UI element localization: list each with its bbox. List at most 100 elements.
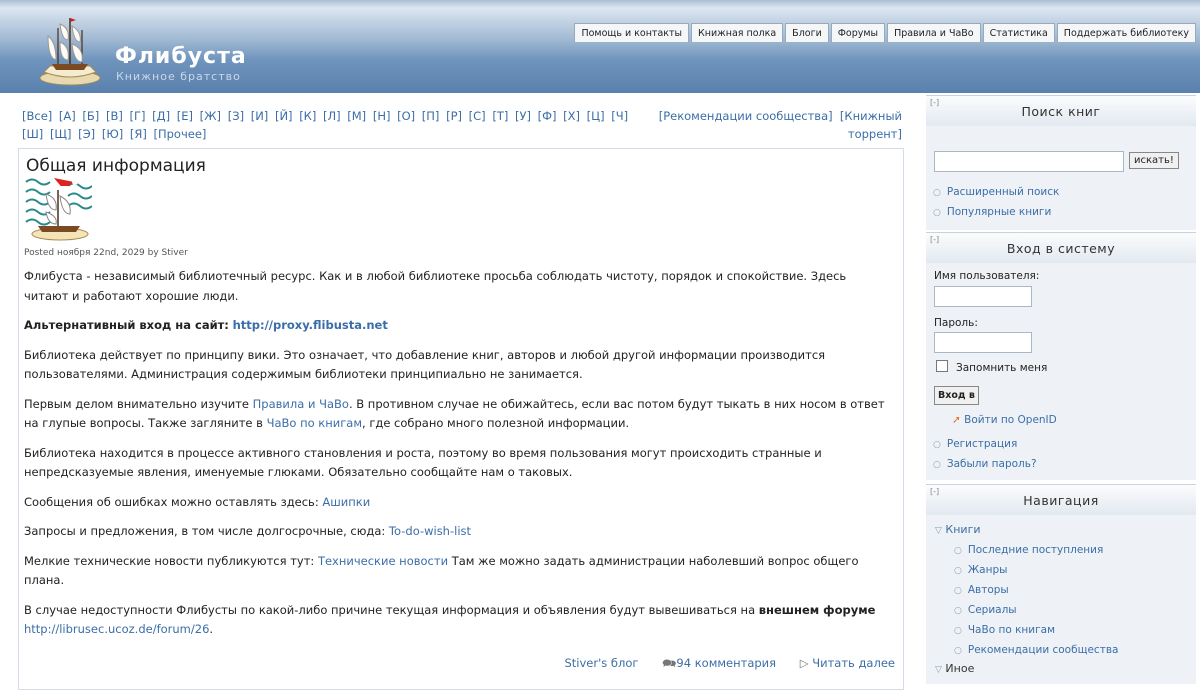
letter-link[interactable]: [У] xyxy=(515,109,531,123)
nav-series-label: Сериалы xyxy=(967,604,1017,616)
nav-recent[interactable]: ○ Последние поступления xyxy=(954,541,1118,561)
letter-link[interactable]: [Ш] xyxy=(22,127,43,141)
nav-recommendations[interactable]: ○ Рекомендации сообщества xyxy=(954,641,1118,661)
nav-statistics[interactable]: Статистика xyxy=(982,23,1055,42)
recommendations-link[interactable]: [Рекомендации сообщества] xyxy=(659,109,833,123)
blog-link[interactable]: Stiver's блог xyxy=(564,656,638,670)
letter-link[interactable]: [Прочее] xyxy=(154,127,207,141)
bullet-icon: ○ xyxy=(933,208,941,218)
letter-link[interactable]: [И] xyxy=(251,109,269,123)
login-button[interactable]: Вход в xyxy=(934,386,979,405)
nav-bookshelf[interactable]: Книжная полка xyxy=(691,23,784,42)
password-field[interactable] xyxy=(934,332,1032,353)
letter-link[interactable]: [Б] xyxy=(82,109,99,123)
password-label: Пароль: xyxy=(934,317,978,329)
letter-link[interactable]: [Все] xyxy=(22,109,52,123)
popular-books-label: Популярные книги xyxy=(946,206,1052,218)
letter-link[interactable]: [Р] xyxy=(446,109,462,123)
post-links: Stiver's блог 🗪94 комментария ▷ Читать д… xyxy=(544,656,895,675)
nav-blogs[interactable]: Блоги xyxy=(785,23,829,42)
nav-series[interactable]: ○ Сериалы xyxy=(954,601,1118,621)
nav-authors[interactable]: ○ Авторы xyxy=(954,581,1118,601)
username-field[interactable] xyxy=(934,286,1032,307)
register-link[interactable]: ○ Регистрация xyxy=(933,435,1037,455)
letter-link[interactable]: [В] xyxy=(106,109,123,123)
nav-genres[interactable]: ○ Жанры xyxy=(954,561,1118,581)
nav-help[interactable]: Помощь и контакты xyxy=(574,23,690,42)
faq-books-link[interactable]: ЧаВо по книгам xyxy=(267,416,362,430)
navigation-block-header: [-] Навигация xyxy=(926,484,1196,515)
letter-link[interactable]: [Ж] xyxy=(200,109,221,123)
letter-link[interactable]: [П] xyxy=(422,109,440,123)
letter-link[interactable]: [Э] xyxy=(78,127,95,141)
nav-rules[interactable]: Правила и ЧаВо xyxy=(887,23,981,42)
read-more-link[interactable]: ▷ Читать далее xyxy=(800,656,895,670)
advanced-search-link[interactable]: ○ Расширенный поиск xyxy=(933,183,1059,203)
popular-books-link[interactable]: ○ Популярные книги xyxy=(933,203,1059,223)
letter-link[interactable]: [Я] xyxy=(130,127,147,141)
nav-books[interactable]: ▽ Книги xyxy=(935,523,981,536)
search-block-header: [-] Поиск книг xyxy=(926,95,1196,126)
comments-label: 94 комментария xyxy=(676,656,777,670)
letter-link[interactable]: [Х] xyxy=(563,109,580,123)
post-container: Общая информация Posted ноября 22nd, 202… xyxy=(18,148,904,690)
comments-link[interactable]: 🗪94 комментария xyxy=(662,656,776,670)
comment-icon: 🗪 xyxy=(662,656,677,670)
letter-link[interactable]: [Ф] xyxy=(538,109,557,123)
tech-news-link[interactable]: Технические новости xyxy=(318,554,448,568)
forgot-password-label: Забыли пароль? xyxy=(946,458,1037,470)
letter-link[interactable]: [Т] xyxy=(492,109,508,123)
post-title[interactable]: Общая информация xyxy=(26,156,206,176)
login-block-title: Вход в систему xyxy=(1006,241,1116,256)
letter-link[interactable]: [А] xyxy=(59,109,76,123)
letter-link[interactable]: [Й] xyxy=(275,109,293,123)
forum-text: В случае недоступности Флибусты по какой… xyxy=(24,602,756,617)
bullet-icon: ○ xyxy=(954,566,962,576)
proxy-link[interactable]: http://proxy.flibusta.net xyxy=(233,318,388,332)
nav-recommendations-label: Рекомендации сообщества xyxy=(967,644,1119,656)
letter-link[interactable]: [Ю] xyxy=(102,127,123,141)
arrow-right-icon: ▷ xyxy=(799,656,809,670)
letter-link[interactable]: [З] xyxy=(228,109,244,123)
paragraph-wiki: Библиотека действует по принципу вики. Э… xyxy=(24,347,826,382)
nav-genres-label: Жанры xyxy=(967,564,1008,576)
rules-link[interactable]: Правила и ЧаВо xyxy=(253,397,349,411)
letter-link[interactable]: [Ч] xyxy=(611,109,628,123)
letter-link[interactable]: [О] xyxy=(397,109,415,123)
nav-faq-books[interactable]: ○ ЧаВо по книгам xyxy=(954,621,1118,641)
ship-logo-icon[interactable] xyxy=(30,10,110,90)
torrent-link[interactable]: [Книжный торрент] xyxy=(840,109,902,141)
letter-link[interactable]: [Г] xyxy=(129,109,145,123)
openid-label: Войти по OpenID xyxy=(964,414,1057,426)
todo-link[interactable]: To-do-wish-list xyxy=(389,524,471,538)
errors-link[interactable]: Ашипки xyxy=(322,495,370,509)
post-meta: Posted ноября 22nd, 2029 by Stiver xyxy=(24,248,188,258)
search-button[interactable]: искать! xyxy=(1129,152,1179,169)
search-input[interactable] xyxy=(934,151,1124,172)
register-label: Регистрация xyxy=(946,438,1018,450)
letter-link[interactable]: [М] xyxy=(347,109,366,123)
letter-link[interactable]: [Е] xyxy=(177,109,193,123)
paragraph-rules: Первым делом внимательно изучите Правила… xyxy=(24,395,894,434)
paragraph-forum: В случае недоступности Флибусты по какой… xyxy=(24,601,894,640)
letter-link[interactable]: [К] xyxy=(299,109,316,123)
navigation-block: [-] Навигация ▽ Книги ○ Последние поступл… xyxy=(926,484,1196,684)
letter-link[interactable]: [Ц] xyxy=(587,109,605,123)
letter-link[interactable]: [Н] xyxy=(373,109,391,123)
nav-forums[interactable]: Форумы xyxy=(830,23,886,42)
letter-link[interactable]: [Л] xyxy=(323,109,341,123)
bullet-icon: ○ xyxy=(954,606,962,616)
nav-donate[interactable]: Поддержать библиотеку xyxy=(1056,23,1196,42)
forgot-password-link[interactable]: ○ Забыли пароль? xyxy=(933,455,1037,475)
letter-link[interactable]: [Щ] xyxy=(50,127,72,141)
site-name[interactable]: Флибуста xyxy=(115,44,247,69)
letter-link[interactable]: [Д] xyxy=(152,109,170,123)
forum-link[interactable]: http://librusec.ucoz.de/forum/26 xyxy=(24,622,209,636)
letter-link[interactable]: [С] xyxy=(469,109,486,123)
openid-link[interactable]: ➚ Войти по OpenID xyxy=(952,414,1057,426)
remember-checkbox[interactable] xyxy=(936,360,948,372)
nav-other[interactable]: ▽ Иное xyxy=(935,662,974,675)
expanded-triangle-icon: ▽ xyxy=(935,526,942,536)
bullet-icon: ○ xyxy=(933,188,941,198)
rules-text-c: , где собрано много полезной информации. xyxy=(362,416,630,430)
